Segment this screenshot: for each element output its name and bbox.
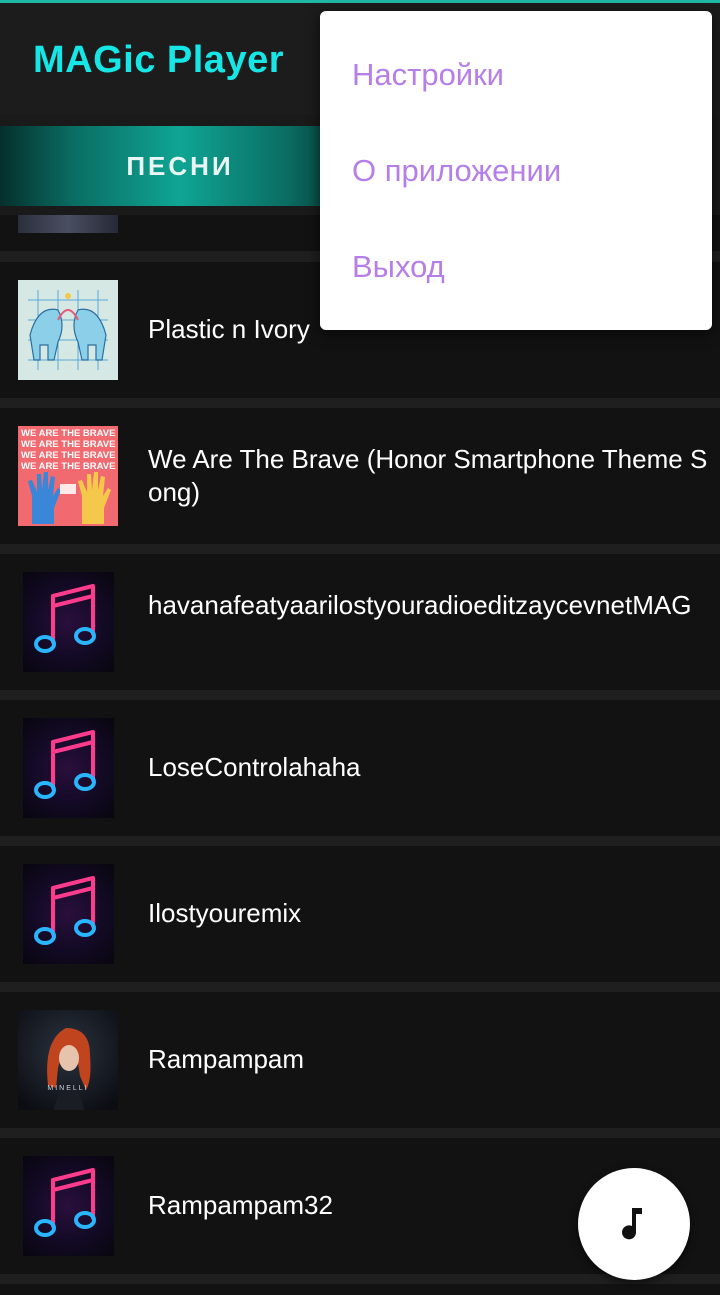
list-item[interactable]: LoseControlahaha [0,700,720,836]
song-title: havanafeatyaarilostyouradioeditzaycevnet… [148,590,692,620]
music-note-icon [23,718,114,818]
album-art-partial [18,215,118,233]
brave-art-text: WE ARE THE BRAVE [21,461,115,472]
now-playing-button[interactable] [578,1168,690,1280]
list-item[interactable]: MINELLI Rampampam [0,992,720,1128]
tab-songs-label: ПЕСНИ [126,151,234,181]
menu-item-exit[interactable]: Выход [352,249,445,285]
music-note-icon [23,1156,114,1256]
app-title: MAGic Player [33,39,284,81]
song-title: Rampampam [148,1044,305,1074]
brave-art-text: WE ARE THE BRAVE [21,450,115,461]
music-note-icon [622,1208,642,1240]
album-art-elephants [18,280,118,380]
album-art-minelli: MINELLI [18,1010,118,1110]
menu-item-about[interactable]: О приложении [352,153,561,189]
tab-songs[interactable]: ПЕСНИ [0,126,360,206]
music-note-icon [23,864,114,964]
list-item[interactable]: WE ARE THE BRAVE WE ARE THE BRAVE WE ARE… [0,408,720,544]
song-list[interactable]: Plastic n Ivory WE ARE THE BRAVE WE ARE … [0,215,720,1295]
song-title: We Are The Brave (Honor Smartphone Theme… [148,444,708,507]
brave-art-text: WE ARE THE BRAVE [21,428,115,439]
menu-item-settings[interactable]: Настройки [352,57,504,93]
list-item[interactable]: havanafeatyaarilostyouradioeditzaycevnet… [0,554,720,690]
list-item[interactable] [0,1284,720,1295]
song-title: LoseControlahaha [148,752,361,782]
album-art-brave: WE ARE THE BRAVE WE ARE THE BRAVE WE ARE… [18,426,118,526]
brave-art-text: WE ARE THE BRAVE [21,439,115,450]
song-title: Ilostyouremix [148,898,302,928]
music-note-icon [23,572,114,672]
minelli-art-text: MINELLI [47,1085,88,1092]
list-item[interactable]: Ilostyouremix [0,846,720,982]
overflow-menu: Настройки О приложении Выход [320,11,712,330]
